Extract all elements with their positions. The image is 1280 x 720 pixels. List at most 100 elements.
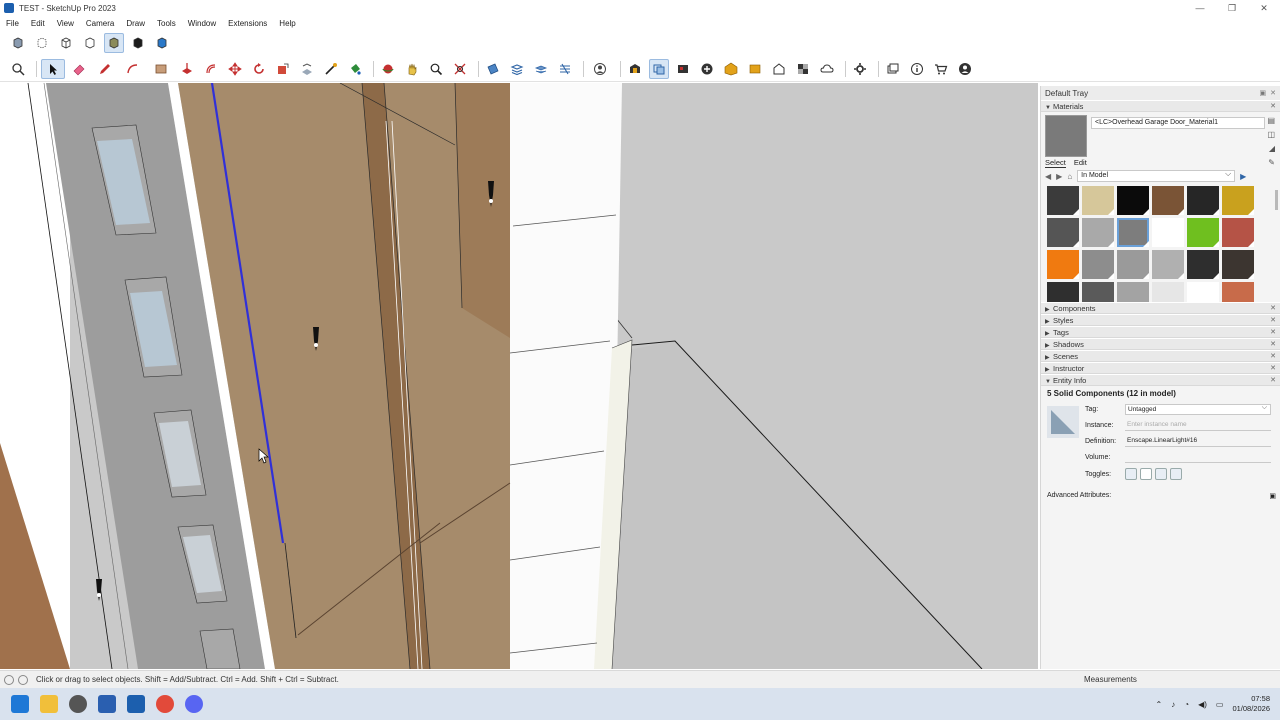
offset-tool-button[interactable] [201,59,221,79]
credits-icon[interactable] [18,674,28,685]
material-swatch[interactable] [1082,218,1114,247]
shaded-textures-button[interactable] [128,33,148,53]
details-arrow-icon[interactable]: ▶ [1240,172,1246,181]
material-swatch[interactable] [1187,218,1219,247]
advanced-lock-icon[interactable]: ▣ [1269,492,1276,500]
rectangle-tool-button[interactable] [149,59,173,79]
close-panel-icon[interactable]: ✕ [1270,102,1276,110]
tab-edit[interactable]: Edit [1074,158,1087,168]
pin-icon[interactable]: ▣ [1260,89,1267,97]
battery-icon[interactable]: ▭ [1216,700,1224,709]
geolocation-icon[interactable] [4,674,14,685]
material-swatch[interactable] [1117,186,1149,215]
material-swatch[interactable] [1152,186,1184,215]
microphone-icon[interactable]: ♪ [1171,700,1175,709]
material-swatch[interactable] [1117,250,1149,279]
definition-name-input[interactable]: Enscape.LinearLight#16 [1125,436,1271,447]
enscape-info-button[interactable] [907,59,927,79]
close-panel-icon[interactable]: ✕ [1270,352,1276,360]
minimize-button[interactable]: — [1184,0,1216,16]
material-swatch[interactable] [1222,186,1254,215]
chrome-icon[interactable] [156,695,174,713]
chevron-up-icon[interactable]: ⌃ [1156,700,1163,709]
tab-select[interactable]: Select [1045,158,1066,168]
material-swatch[interactable] [1222,218,1254,247]
enscape-materials-button[interactable] [793,59,813,79]
solid-tools-button[interactable] [555,59,575,79]
menu-extensions[interactable]: Extensions [222,19,273,28]
material-swatch[interactable] [1082,282,1114,302]
enscape-account-button[interactable] [955,59,975,79]
eraser-tool-button[interactable] [69,59,89,79]
close-panel-icon[interactable]: ✕ [1270,376,1276,384]
select-tool-button[interactable] [41,58,65,79]
xray-style-button[interactable] [8,33,28,53]
push-pull-tool-button[interactable] [177,59,197,79]
file-explorer-icon[interactable] [40,695,58,713]
clock[interactable]: 07:58 01/08/2026 [1232,694,1270,714]
tag-select[interactable]: Untagged [1125,403,1271,415]
panel-scenes-header[interactable]: ▶ Scenes ✕ [1041,350,1280,362]
close-panel-icon[interactable]: ✕ [1270,316,1276,324]
material-swatch[interactable] [1047,218,1079,247]
close-panel-icon[interactable]: ✕ [1270,328,1276,336]
enscape-views-button[interactable] [883,59,903,79]
close-panel-icon[interactable]: ✕ [1270,340,1276,348]
material-swatch[interactable] [1047,282,1079,302]
forward-arrow-icon[interactable]: ▶ [1056,172,1062,181]
enscape-store-button[interactable] [931,59,951,79]
menu-window[interactable]: Window [182,19,222,28]
shaded-button[interactable] [104,33,124,53]
menu-file[interactable]: File [0,19,25,28]
menu-help[interactable]: Help [273,19,301,28]
paint-bucket-button[interactable] [345,59,365,79]
material-swatch[interactable] [1082,250,1114,279]
enscape-start-button[interactable] [721,59,741,79]
panel-instructor-header[interactable]: ▶ Instructor ✕ [1041,362,1280,374]
follow-me-tool-button[interactable] [297,59,317,79]
account-button[interactable] [588,59,612,79]
tags-button[interactable] [507,59,527,79]
home-icon[interactable]: ⌂ [1067,172,1072,181]
menu-camera[interactable]: Camera [80,19,120,28]
panel-entity-info-header[interactable]: ▼ Entity Info ✕ [1041,374,1280,386]
receive-shadows-toggle-icon[interactable] [1155,468,1167,480]
section-plane-button[interactable] [483,59,503,79]
component-browser-button[interactable] [649,58,669,79]
material-swatch[interactable] [1117,218,1149,247]
panel-styles-header[interactable]: ▶ Styles ✕ [1041,314,1280,326]
enscape-assets-button[interactable] [769,59,789,79]
menu-tools[interactable]: Tools [151,19,182,28]
line-tool-button[interactable] [93,59,117,79]
material-swatch[interactable] [1047,250,1079,279]
panel-materials-header[interactable]: ▼ Materials ✕ [1041,100,1280,112]
enscape-settings-button[interactable] [850,59,870,79]
close-tray-icon[interactable]: ✕ [1270,89,1276,97]
move-tool-button[interactable] [225,59,245,79]
material-swatch[interactable] [1117,282,1149,302]
warehouse-button[interactable] [625,59,645,79]
tape-measure-button[interactable] [321,59,341,79]
enscape-upload-button[interactable] [817,59,837,79]
add-location-button[interactable] [697,59,717,79]
visibility-toggle-icon[interactable] [1125,468,1137,480]
material-swatch[interactable] [1222,282,1254,302]
material-swatch[interactable] [1152,250,1184,279]
close-panel-icon[interactable]: ✕ [1270,364,1276,372]
material-swatch[interactable] [1187,250,1219,279]
back-edges-button[interactable] [32,33,52,53]
panel-shadows-header[interactable]: ▶ Shadows ✕ [1041,338,1280,350]
library-select[interactable]: In Model [1077,169,1236,182]
wireframe-button[interactable] [56,33,76,53]
extension-warehouse-button[interactable] [673,59,693,79]
material-swatch[interactable] [1047,186,1079,215]
pan-tool-button[interactable] [402,59,422,79]
material-swatch[interactable] [1082,186,1114,215]
material-swatch[interactable] [1152,218,1184,247]
panel-tags-header[interactable]: ▶ Tags ✕ [1041,326,1280,338]
material-swatch[interactable] [1222,250,1254,279]
zoom-extents-button[interactable] [450,59,470,79]
orbit-tool-button[interactable] [378,59,398,79]
maximize-button[interactable]: ❐ [1216,0,1248,16]
scenes-button[interactable] [531,59,551,79]
